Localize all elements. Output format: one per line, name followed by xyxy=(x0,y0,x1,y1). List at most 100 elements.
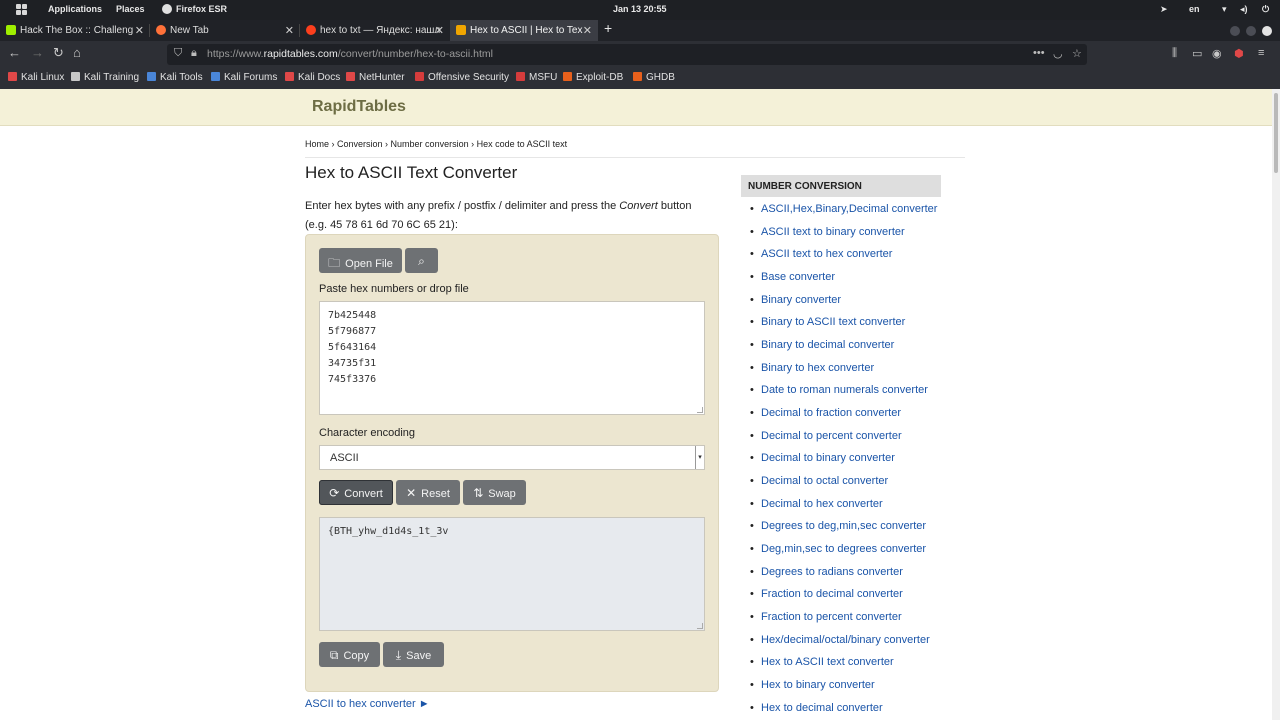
sidebar-item[interactable]: Fraction to percent converter xyxy=(750,611,902,623)
close-tab-icon[interactable]: ✕ xyxy=(583,24,592,37)
sidebar-item-label[interactable]: Hex to decimal converter xyxy=(750,702,883,714)
sidebar-item[interactable]: Decimal to hex converter xyxy=(750,498,883,510)
sidebar-item[interactable]: Fraction to decimal converter xyxy=(750,588,903,600)
site-logo[interactable]: RapidTables xyxy=(312,98,406,116)
forward-arrow-icon[interactable]: → xyxy=(31,45,44,60)
sidebar-item[interactable]: Binary converter xyxy=(750,294,841,306)
sidebar-item[interactable]: ASCII text to hex converter xyxy=(750,248,892,260)
sidebar-item-label[interactable]: Deg,min,sec to degrees converter xyxy=(750,543,926,555)
sidebar-item[interactable]: Binary to hex converter xyxy=(750,362,874,374)
sidebar-item[interactable]: Decimal to binary converter xyxy=(750,452,895,464)
swap-button[interactable]: ⇅ Swap xyxy=(463,480,526,505)
menu-hamburger-icon[interactable]: ≡ xyxy=(1258,47,1264,59)
sidebar-item-label[interactable]: Hex/decimal/octal/binary converter xyxy=(750,634,930,646)
copy-button[interactable]: ⧉ Copy xyxy=(319,642,380,667)
sidebar-item[interactable]: Hex/decimal/octal/binary converter xyxy=(750,634,930,646)
keyboard-layout[interactable]: en xyxy=(1189,4,1200,14)
sidebar-item[interactable]: Hex to binary converter xyxy=(750,679,875,691)
sidebar-item-label[interactable]: Degrees to deg,min,sec converter xyxy=(750,520,926,532)
url-bar[interactable]: ⛉ 🔒︎ https://www.rapidtables.com/convert… xyxy=(167,44,1087,65)
sidebar-item[interactable]: Degrees to deg,min,sec converter xyxy=(750,520,926,532)
sidebar-item-label[interactable]: Hex to binary converter xyxy=(750,679,875,691)
sidebar-item-label[interactable]: Base converter xyxy=(750,271,835,283)
minimize-window-icon[interactable] xyxy=(1230,26,1240,36)
breadcrumb-number-conversion[interactable]: Number conversion xyxy=(391,139,469,149)
sidebar-item[interactable]: Hex to ASCII text converter xyxy=(750,656,894,668)
shield-icon[interactable]: ⛉ xyxy=(174,47,182,60)
sidebar-item-label[interactable]: Date to roman numerals converter xyxy=(750,384,928,396)
places-menu[interactable]: Places xyxy=(116,4,145,14)
applications-menu[interactable]: Applications xyxy=(48,4,102,14)
convert-button[interactable]: ⟳ Convert xyxy=(319,480,393,505)
tab-rapidtables[interactable]: Hex to ASCII | Hex to Tex ✕ xyxy=(450,20,598,41)
bookmark-offensive-security[interactable]: Offensive Security xyxy=(415,72,509,83)
sidebar-item-label[interactable]: Decimal to hex converter xyxy=(750,498,883,510)
sidebar-item-label[interactable]: Decimal to binary converter xyxy=(750,452,895,464)
sidebar-item[interactable]: Binary to decimal converter xyxy=(750,339,894,351)
bookmark-kali-tools[interactable]: Kali Tools xyxy=(147,72,203,83)
sidebar-item[interactable]: Binary to ASCII text converter xyxy=(750,316,905,328)
breadcrumb-conversion[interactable]: Conversion xyxy=(337,139,383,149)
sidebar-item-label[interactable]: Decimal to fraction converter xyxy=(750,407,901,419)
bookmark-exploit-db[interactable]: Exploit-DB xyxy=(563,72,623,83)
bookmark-kali-linux[interactable]: Kali Linux xyxy=(8,72,64,83)
bookmark-kali-forums[interactable]: Kali Forums xyxy=(211,72,277,83)
dropdown-arrow-icon[interactable]: ▾ xyxy=(695,446,704,469)
hex-input-textarea[interactable]: 7b425448 5f796877 5f643164 34735f31 745f… xyxy=(319,301,705,415)
close-tab-icon[interactable]: ✕ xyxy=(285,24,294,37)
sidebar-item-label[interactable]: ASCII text to hex converter xyxy=(750,248,892,260)
encoding-select[interactable]: ASCII ▾ xyxy=(319,445,705,470)
adblock-icon[interactable]: ⬢ xyxy=(1234,47,1244,60)
sidebar-item[interactable]: Decimal to fraction converter xyxy=(750,407,901,419)
close-tab-icon[interactable]: ✕ xyxy=(135,24,144,37)
url-text[interactable]: https://www.rapidtables.com/convert/numb… xyxy=(207,48,493,60)
send-icon[interactable]: ➤ xyxy=(1160,4,1168,15)
sidebar-item[interactable]: ASCII,Hex,Binary,Decimal converter xyxy=(750,203,937,215)
sidebar-item-label[interactable]: Fraction to percent converter xyxy=(750,611,902,623)
tab-new-tab[interactable]: New Tab ✕ xyxy=(150,20,300,41)
resize-grip-icon[interactable] xyxy=(697,407,703,413)
bookmark-nethunter[interactable]: NetHunter xyxy=(346,72,405,83)
account-icon[interactable]: ◉ xyxy=(1212,47,1222,60)
scrollbar-thumb[interactable] xyxy=(1274,93,1278,173)
ascii-output-textarea[interactable]: {BTH_yhw_d1d4s_1t_3v xyxy=(319,517,705,631)
sidebar-item[interactable]: Decimal to percent converter xyxy=(750,430,902,442)
sidebar-item-label[interactable]: Hex to ASCII text converter xyxy=(750,656,894,668)
home-icon[interactable]: ⌂ xyxy=(73,45,81,60)
bookmark-ghdb[interactable]: GHDB xyxy=(633,72,675,83)
reload-icon[interactable]: ↻ xyxy=(53,45,64,61)
sidebar-item[interactable]: Base converter xyxy=(750,271,835,283)
sidebar-item-label[interactable]: Binary converter xyxy=(750,294,841,306)
page-scrollbar[interactable] xyxy=(1272,89,1280,720)
tab-hackthebox[interactable]: Hack The Box :: Challeng ✕ xyxy=(0,20,150,41)
sidebar-item-label[interactable]: Binary to ASCII text converter xyxy=(750,316,905,328)
power-icon[interactable]: ⏻ xyxy=(1262,4,1269,15)
sidebar-item-label[interactable]: ASCII text to binary converter xyxy=(750,226,905,238)
bookmark-kali-training[interactable]: Kali Training xyxy=(71,72,139,83)
sidebar-item-label[interactable]: Decimal to octal converter xyxy=(750,475,888,487)
sidebar-item[interactable]: Decimal to octal converter xyxy=(750,475,888,487)
open-file-button[interactable]: 🗀︎ Open File xyxy=(319,248,402,273)
wifi-icon[interactable]: ▾ xyxy=(1222,4,1227,15)
bookmark-star-icon[interactable]: ☆ xyxy=(1072,47,1082,60)
close-window-icon[interactable] xyxy=(1262,26,1272,36)
new-tab-plus-icon[interactable]: + xyxy=(604,20,612,36)
sidebar-item[interactable]: Degrees to radians converter xyxy=(750,566,903,578)
search-button[interactable]: ⌕ xyxy=(405,248,438,273)
resize-grip-icon[interactable] xyxy=(697,623,703,629)
app-grid-icon[interactable] xyxy=(16,4,27,15)
browser-menu[interactable]: Firefox ESR xyxy=(162,4,227,14)
volume-icon[interactable]: ◂) xyxy=(1240,4,1248,15)
sidebar-icon[interactable]: ▭ xyxy=(1192,47,1202,60)
sidebar-item-label[interactable]: ASCII,Hex,Binary,Decimal converter xyxy=(750,203,937,215)
maximize-window-icon[interactable] xyxy=(1246,26,1256,36)
bookmark-kali-docs[interactable]: Kali Docs xyxy=(285,72,340,83)
sidebar-item[interactable]: Deg,min,sec to degrees converter xyxy=(750,543,926,555)
bookmark-msfu[interactable]: MSFU xyxy=(516,72,557,83)
tab-yandex[interactable]: hex to txt — Яндекс: нашл ✕ xyxy=(300,20,450,41)
clock[interactable]: Jan 13 20:55 xyxy=(613,4,667,14)
reset-button[interactable]: ✕ Reset xyxy=(396,480,460,505)
sidebar-item[interactable]: ASCII text to binary converter xyxy=(750,226,905,238)
page-actions-icon[interactable]: ••• xyxy=(1033,47,1045,59)
sidebar-item-label[interactable]: Degrees to radians converter xyxy=(750,566,903,578)
